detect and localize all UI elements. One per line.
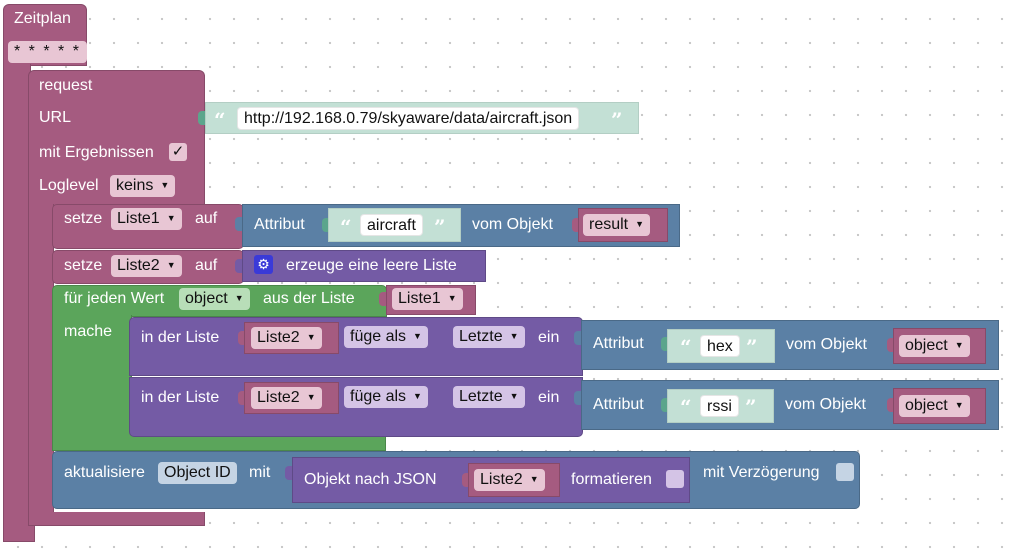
foreach-from-list-label: aus der Liste — [263, 290, 355, 307]
chevron-down-icon: ▼ — [413, 391, 422, 401]
close-quote-icon: ” — [611, 108, 623, 132]
result-variable-dropdown[interactable]: result ▼ — [583, 214, 651, 236]
attr2-label: Attribut — [593, 335, 644, 352]
insert1-list-value: Liste2 — [257, 329, 300, 346]
with-results-checkbox[interactable]: ✓ — [169, 143, 187, 161]
object-variable-dropdown-1[interactable]: object ▼ — [899, 335, 970, 357]
object-variable-value-2: object — [905, 397, 948, 414]
close-quote-icon: ” — [434, 215, 446, 239]
loglevel-value: keins — [116, 177, 154, 194]
chevron-down-icon: ▼ — [509, 331, 519, 341]
chevron-down-icon: ▼ — [166, 213, 176, 223]
json-list-dropdown[interactable]: Liste2 ▼ — [474, 469, 545, 491]
request-body-left — [28, 204, 54, 524]
object-variable-dropdown-2[interactable]: object ▼ — [899, 395, 970, 417]
set2-label: setze — [64, 257, 103, 274]
foreach-footer — [52, 436, 386, 451]
loglevel-label: Loglevel — [39, 177, 99, 194]
open-quote-icon: “ — [680, 395, 692, 419]
schedule-body-left — [3, 64, 31, 540]
insert1-mode-dropdown[interactable]: füge als ▼ — [344, 326, 428, 348]
format-label: formatieren — [571, 471, 652, 488]
liste1-variable-value: Liste1 — [398, 290, 441, 307]
set2-variable-dropdown[interactable]: Liste2 ▼ — [111, 255, 182, 277]
attr3-from-object-label: vom Objekt — [785, 396, 866, 413]
insert2-mode-value: füge als — [350, 388, 407, 405]
insert1-in-list-label: in der Liste — [141, 329, 220, 346]
update-with-label: mit — [249, 464, 271, 481]
set1-variable-value: Liste1 — [117, 210, 160, 227]
foreach-item-dropdown[interactable]: object ▼ — [179, 288, 250, 310]
liste1-variable-dropdown[interactable]: Liste1 ▼ — [392, 288, 463, 310]
delay-label: mit Verzögerung — [703, 464, 820, 481]
update-label: aktualisiere — [64, 464, 145, 481]
schedule-cron-field[interactable]: * * * * * — [8, 41, 87, 63]
foreach-do-label: mache — [64, 323, 113, 340]
attr1-label: Attribut — [254, 216, 305, 233]
chevron-down-icon: ▼ — [306, 332, 316, 342]
set1-label: setze — [64, 210, 103, 227]
close-quote-icon: ” — [746, 335, 758, 359]
chevron-down-icon: ▼ — [166, 260, 176, 270]
create-list-label: erzeuge eine leere Liste — [286, 257, 457, 274]
insert2-mode-dropdown[interactable]: füge als ▼ — [344, 386, 428, 408]
insert1-where-value: Letzte — [459, 328, 503, 345]
aircraft-input[interactable]: aircraft — [360, 214, 423, 236]
attr1-from-object-label: vom Objekt — [472, 216, 553, 233]
object-id-field[interactable]: Object ID — [158, 462, 237, 484]
json-list-value: Liste2 — [480, 471, 523, 488]
chevron-down-icon: ▼ — [160, 180, 170, 190]
insert2-list-value: Liste2 — [257, 389, 300, 406]
gear-icon[interactable]: ⚙ — [254, 255, 273, 274]
object-variable-value-1: object — [905, 337, 948, 354]
insert2-list-dropdown[interactable]: Liste2 ▼ — [251, 387, 322, 409]
chevron-down-icon: ▼ — [509, 391, 519, 401]
chevron-down-icon: ▼ — [954, 400, 964, 410]
json-label: Objekt nach JSON — [304, 471, 437, 488]
loglevel-dropdown[interactable]: keins ▼ — [110, 175, 176, 197]
open-quote-icon: “ — [214, 108, 226, 132]
insert2-in-list-label: in der Liste — [141, 389, 220, 406]
foreach-item-value: object — [185, 290, 228, 307]
insert2-where-dropdown[interactable]: Letzte ▼ — [453, 386, 525, 408]
insert1-where-dropdown[interactable]: Letzte ▼ — [453, 326, 525, 348]
chevron-down-icon: ▼ — [413, 331, 422, 341]
set1-variable-dropdown[interactable]: Liste1 ▼ — [111, 208, 182, 230]
attr3-label: Attribut — [593, 396, 644, 413]
request-footer — [28, 512, 205, 526]
insert2-in-label: ein — [538, 389, 560, 406]
format-checkbox[interactable] — [666, 470, 684, 488]
request-label: request — [39, 77, 93, 94]
chevron-down-icon: ▼ — [447, 293, 457, 303]
set2-variable-value: Liste2 — [117, 257, 160, 274]
attr2-from-object-label: vom Objekt — [786, 336, 867, 353]
foreach-label: für jeden Wert — [64, 290, 165, 307]
insert1-list-dropdown[interactable]: Liste2 ▼ — [251, 327, 322, 349]
schedule-label: Zeitplan — [14, 10, 71, 27]
open-quote-icon: “ — [340, 215, 352, 239]
chevron-down-icon: ▼ — [635, 219, 645, 229]
close-quote-icon: ” — [745, 395, 757, 419]
chevron-down-icon: ▼ — [234, 293, 244, 303]
insert2-where-value: Letzte — [459, 388, 503, 405]
chevron-down-icon: ▼ — [306, 392, 316, 402]
result-variable-value: result — [589, 216, 629, 233]
insert1-in-label: ein — [538, 329, 560, 346]
url-input[interactable]: http://192.168.0.79/skyaware/data/aircra… — [237, 107, 580, 130]
with-results-label: mit Ergebnissen — [39, 144, 154, 161]
chevron-down-icon: ▼ — [529, 474, 539, 484]
hex-input[interactable]: hex — [700, 335, 740, 357]
chevron-down-icon: ▼ — [954, 340, 964, 350]
url-label: URL — [39, 109, 72, 126]
set1-to-label: auf — [195, 210, 218, 227]
delay-checkbox[interactable] — [836, 463, 854, 481]
set2-to-label: auf — [195, 257, 218, 274]
rssi-input[interactable]: rssi — [700, 395, 739, 417]
open-quote-icon: “ — [680, 335, 692, 359]
insert1-mode-value: füge als — [350, 328, 407, 345]
